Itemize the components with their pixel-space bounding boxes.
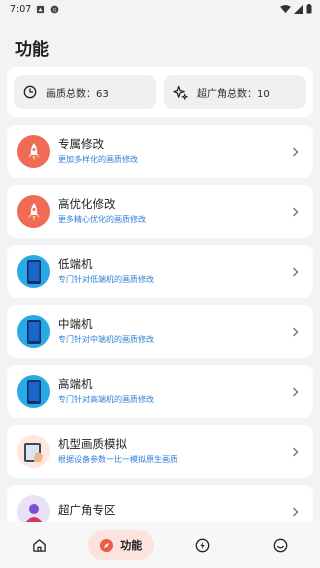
chevron-right-icon bbox=[287, 147, 303, 157]
signal-icon bbox=[294, 4, 303, 14]
phone-icon bbox=[17, 315, 50, 348]
rocket-icon bbox=[17, 135, 50, 168]
notification-icon bbox=[37, 5, 45, 13]
item-subtitle: 根据设备参数一比一模拟原生画质 bbox=[58, 455, 178, 464]
stat-total-wide-angle: 超广角总数：10 bbox=[164, 75, 306, 109]
item-title: 高优化修改 bbox=[58, 197, 116, 211]
chevron-right-icon bbox=[287, 267, 303, 277]
nav-features[interactable]: 功能 bbox=[87, 530, 154, 560]
feature-list: 专属修改 更加多样化的画质修改 高优化修改 更多精心优化的画质修改 低端机 专门… bbox=[7, 125, 313, 545]
item-subtitle: 专门针对中端机的画质修改 bbox=[58, 335, 154, 344]
bottom-nav: 功能 bbox=[0, 522, 320, 568]
wifi-icon bbox=[280, 4, 291, 13]
item-subtitle: 更多精心优化的画质修改 bbox=[58, 215, 146, 224]
clock-icon bbox=[23, 85, 37, 99]
stat-value: 10 bbox=[257, 88, 270, 100]
sparkle-icon bbox=[173, 85, 188, 100]
compass-icon bbox=[100, 538, 114, 552]
chevron-right-icon bbox=[287, 507, 303, 517]
list-item-device-simulation[interactable]: 机型画质模拟 根据设备参数一比一模拟原生画质 bbox=[7, 425, 313, 478]
status-bar: 7:07 G bbox=[0, 0, 320, 18]
stats-card: 画质总数：63 超广角总数：10 bbox=[7, 67, 313, 117]
item-title: 中端机 bbox=[58, 317, 93, 331]
stat-label: 超广角总数： bbox=[197, 88, 257, 100]
home-icon bbox=[32, 538, 46, 552]
item-title: 超广角专区 bbox=[58, 503, 116, 517]
item-subtitle: 更加多样化的画质修改 bbox=[58, 155, 138, 164]
nav-home[interactable] bbox=[9, 530, 69, 560]
list-item-mid-range[interactable]: 中端机 专门针对中端机的画质修改 bbox=[7, 305, 313, 358]
item-title: 低端机 bbox=[58, 257, 93, 271]
item-subtitle: 专门针对低端机的画质修改 bbox=[58, 275, 154, 284]
list-item-exclusive-mod[interactable]: 专属修改 更加多样化的画质修改 bbox=[7, 125, 313, 178]
battery-icon bbox=[306, 4, 312, 14]
rocket-icon bbox=[17, 195, 50, 228]
bolt-icon bbox=[195, 538, 210, 552]
chevron-right-icon bbox=[287, 327, 303, 337]
list-item-high-end[interactable]: 高端机 专门针对高端机的画质修改 bbox=[7, 365, 313, 418]
item-title: 高端机 bbox=[58, 377, 93, 391]
status-time: 7:07 bbox=[10, 3, 32, 15]
item-title: 专属修改 bbox=[58, 137, 104, 151]
nav-profile[interactable] bbox=[251, 530, 311, 560]
item-subtitle: 专门针对高端机的画质修改 bbox=[58, 395, 154, 404]
smile-icon bbox=[273, 538, 288, 552]
nav-boost[interactable] bbox=[172, 530, 232, 560]
list-item-low-end[interactable]: 低端机 专门针对低端机的画质修改 bbox=[7, 245, 313, 298]
phone-icon bbox=[17, 375, 50, 408]
chevron-right-icon bbox=[287, 207, 303, 217]
list-item-optimized-mod[interactable]: 高优化修改 更多精心优化的画质修改 bbox=[7, 185, 313, 238]
nav-active-label: 功能 bbox=[120, 539, 143, 552]
phone-icon bbox=[17, 255, 50, 288]
chevron-right-icon bbox=[287, 387, 303, 397]
tablet-icon bbox=[17, 435, 50, 468]
stat-value: 63 bbox=[96, 88, 109, 100]
chevron-right-icon bbox=[287, 447, 303, 457]
item-title: 机型画质模拟 bbox=[58, 437, 127, 451]
stat-total-quality: 画质总数：63 bbox=[14, 75, 156, 109]
vpn-icon: G bbox=[50, 5, 59, 13]
stat-label: 画质总数： bbox=[46, 88, 96, 100]
svg-text:G: G bbox=[53, 7, 57, 13]
